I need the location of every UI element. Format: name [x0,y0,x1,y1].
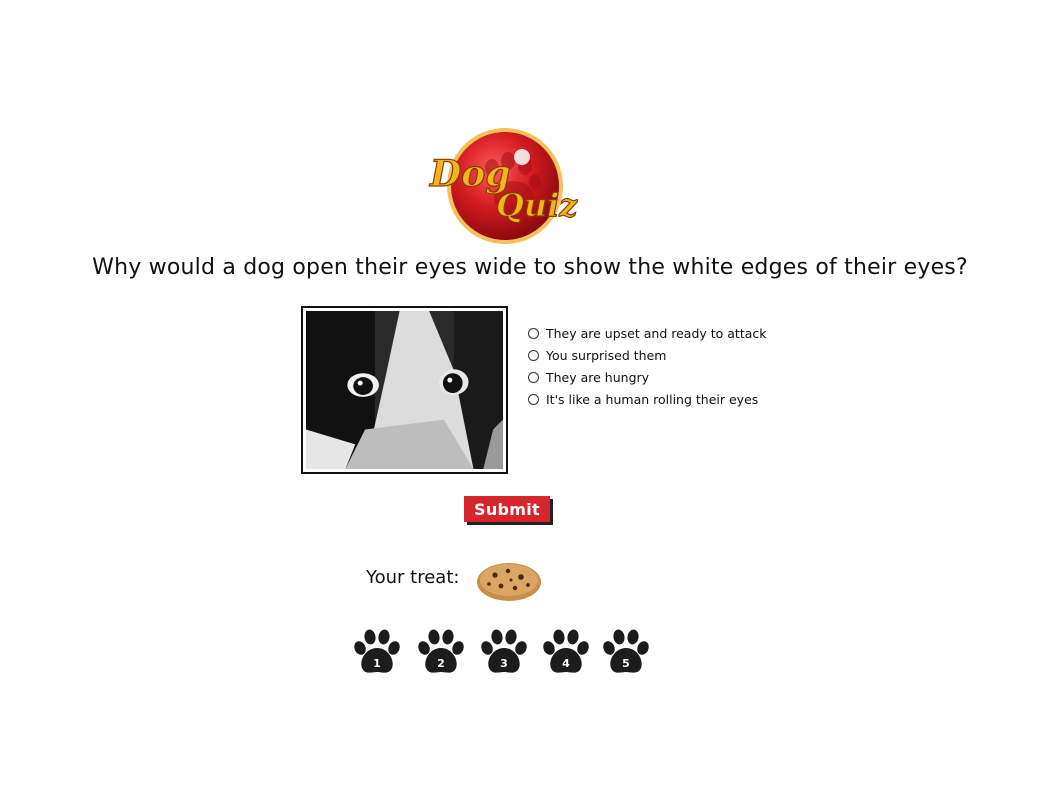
paw-icon-3[interactable]: 3 [479,628,529,676]
answer-option-label: It's like a human rolling their eyes [546,391,759,407]
paw-number: 2 [437,657,445,670]
answer-options: They are upset and ready to attack You s… [528,322,767,410]
answer-option-label: You surprised them [546,347,667,363]
radio-button[interactable] [528,327,539,339]
paw-icon-4[interactable]: 4 [541,628,591,676]
cookie-icon [477,563,541,601]
radio-button[interactable] [528,393,539,405]
answer-option-1[interactable]: They are upset and ready to attack [528,322,767,344]
dog-quiz-logo: Dog Quiz [428,128,578,244]
answer-option-3[interactable]: They are hungry [528,366,767,388]
submit-button[interactable]: Submit [464,496,550,522]
paw-number: 3 [500,657,508,670]
paw-number: 5 [622,657,630,670]
logo-text-quiz: Quiz [496,186,578,224]
treat-label: Your treat: [366,567,460,588]
paw-icon-2[interactable]: 2 [416,628,466,676]
question-text: Why would a dog open their eyes wide to … [92,255,968,280]
answer-option-2[interactable]: You surprised them [528,344,767,366]
paw-number: 1 [373,657,381,670]
answer-option-4[interactable]: It's like a human rolling their eyes [528,388,767,410]
answer-option-label: They are upset and ready to attack [546,325,767,341]
answer-option-label: They are hungry [546,369,650,385]
paw-number: 4 [562,657,570,670]
paw-icon-1[interactable]: 1 [352,628,402,676]
radio-button[interactable] [528,371,539,383]
radio-button[interactable] [528,349,539,361]
paw-icon-5[interactable]: 5 [601,628,651,676]
dog-photo [306,311,503,469]
dog-photo-frame [301,306,508,474]
